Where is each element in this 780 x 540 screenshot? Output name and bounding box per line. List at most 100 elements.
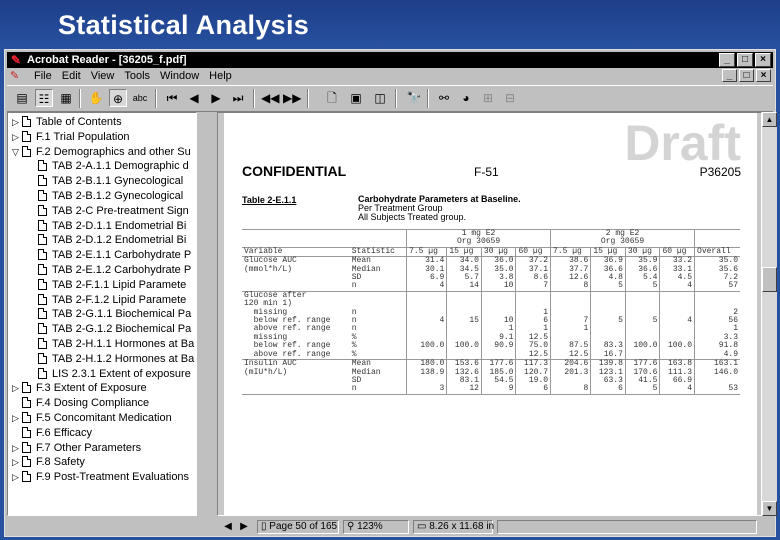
- fit-width-icon[interactable]: ◫: [371, 89, 389, 107]
- doc-restore-button[interactable]: □: [739, 69, 754, 82]
- bookmark-item[interactable]: ▽ F.2 Demographics and other Su: [12, 145, 191, 159]
- document-menu-icon[interactable]: ✎: [10, 70, 22, 82]
- window-titlebar[interactable]: ✎ Acrobat Reader - [36205_f.pdf] _ □ ×: [7, 52, 773, 68]
- bookmark-item[interactable]: TAB 2-F.1.2 Lipid Paramete: [38, 293, 186, 307]
- table-cell: [624, 300, 660, 309]
- bookmark-item[interactable]: LIS 2.3.1 Extent of exposure: [38, 367, 191, 381]
- bookmark-label: F.9 Post-Treatment Evaluations: [36, 471, 190, 484]
- acrobat-app-icon[interactable]: ✎: [9, 53, 23, 67]
- bookmark-item[interactable]: TAB 2-H.1.2 Hormones at Ba: [38, 352, 194, 366]
- menu-window[interactable]: Window: [155, 70, 204, 82]
- bookmark-item[interactable]: F.4 Dosing Compliance: [12, 396, 149, 410]
- table-cell: 100.0: [406, 341, 447, 351]
- bookmark-item[interactable]: F.6 Efficacy: [12, 426, 92, 440]
- next-page-small-icon[interactable]: ▶: [237, 520, 251, 534]
- bookmark-item[interactable]: TAB 2-H.1.1 Hormones at Ba: [38, 337, 194, 351]
- document-view[interactable]: Draft CONFIDENTIAL F-51 P36205 Table 2-E…: [217, 112, 762, 516]
- thumbnails-and-page-icon[interactable]: ▦: [57, 89, 75, 107]
- bookmark-item[interactable]: TAB 2-G.1.1 Biochemical Pa: [38, 307, 191, 321]
- page-icon: [38, 175, 47, 187]
- actual-size-icon[interactable]: 🗋: [323, 89, 341, 107]
- bookmark-item[interactable]: TAB 2-G.1.2 Biochemical Pa: [38, 322, 191, 336]
- weblink-icon[interactable]: ◕: [457, 89, 475, 107]
- expand-icon[interactable]: ▷: [12, 411, 22, 425]
- table-row: above ref. range n 1 1 1 1: [242, 325, 740, 334]
- menu-file[interactable]: File: [29, 70, 57, 82]
- expand-icon[interactable]: ▷: [12, 130, 22, 144]
- slide-title: Statistical Analysis: [58, 10, 310, 40]
- show-document-icon[interactable]: ▤: [13, 89, 31, 107]
- bookmark-label: TAB 2-A.1.1 Demographic d: [52, 160, 189, 173]
- scroll-down-icon[interactable]: ▼: [762, 501, 777, 516]
- bookmark-item[interactable]: ▷ F.8 Safety: [12, 455, 85, 469]
- bookmarks-and-page-icon[interactable]: ☷: [35, 89, 53, 107]
- bookmark-label: F.4 Dosing Compliance: [36, 397, 150, 410]
- zoom-field[interactable]: ⚲ 123%: [343, 520, 409, 534]
- last-page-icon[interactable]: ⏭: [229, 89, 247, 107]
- collapse-icon[interactable]: ▽: [12, 145, 22, 159]
- menu-view[interactable]: View: [86, 70, 120, 82]
- scroll-up-icon[interactable]: ▲: [762, 112, 777, 127]
- doc-minimize-button[interactable]: _: [722, 69, 737, 82]
- page-icon: [22, 441, 31, 453]
- bookmark-item[interactable]: ▷ F.9 Post-Treatment Evaluations: [12, 470, 189, 484]
- bookmark-item[interactable]: TAB 2-B.1.1 Gynecological: [38, 174, 183, 188]
- go-forward-icon[interactable]: ▶▶: [283, 89, 301, 107]
- next-page-icon[interactable]: ▶: [207, 89, 225, 107]
- hand-tool-icon[interactable]: ✋: [87, 89, 105, 107]
- first-page-icon[interactable]: ⏮: [163, 89, 181, 107]
- menu-tools[interactable]: Tools: [119, 70, 155, 82]
- zoom-tool-icon[interactable]: ⊕: [109, 89, 127, 107]
- bookmark-item[interactable]: ▷ F.3 Extent of Exposure: [12, 381, 147, 395]
- first-page-small-icon[interactable]: ◀: [221, 520, 235, 534]
- go-back-icon[interactable]: ◀◀: [261, 89, 279, 107]
- acrobat-window: ✎ Acrobat Reader - [36205_f.pdf] _ □ × ✎…: [4, 49, 777, 537]
- bookmark-item[interactable]: TAB 2-B.1.2 Gynecological: [38, 189, 183, 203]
- page-icon: [22, 145, 31, 157]
- web-link-icon[interactable]: ⚯: [435, 89, 453, 107]
- expand-icon[interactable]: ▷: [12, 470, 22, 484]
- page-tools-icon[interactable]: ⊞: [479, 89, 497, 107]
- doc-close-button[interactable]: ×: [756, 69, 771, 82]
- bookmark-item[interactable]: TAB 2-D.1.1 Endometrial Bi: [38, 219, 186, 233]
- bookmark-item[interactable]: TAB 2-A.1.1 Demographic d: [38, 159, 189, 173]
- expand-icon[interactable]: ▷: [12, 115, 22, 129]
- page-number-field[interactable]: ▯ Page 50 of 165: [257, 520, 339, 534]
- find-icon[interactable]: 🔭: [405, 89, 423, 107]
- bookmark-item[interactable]: TAB 2-C Pre-treatment Sign: [38, 204, 189, 218]
- table-cell: [659, 290, 695, 301]
- previous-page-icon[interactable]: ◀: [185, 89, 203, 107]
- table-cell: [242, 282, 350, 291]
- horizontal-scrollbar[interactable]: [497, 520, 757, 534]
- close-button[interactable]: ×: [755, 53, 771, 67]
- page-icon: [38, 204, 47, 216]
- bookmark-item[interactable]: ▷ F.5 Concomitant Medication: [12, 411, 172, 425]
- expand-icon[interactable]: ▷: [12, 455, 22, 469]
- bookmark-item[interactable]: ▷ Table of Contents: [12, 115, 122, 129]
- bookmark-item[interactable]: TAB 2-E.1.1 Carbohydrate P: [38, 248, 191, 262]
- bookmark-label: F.2 Demographics and other Su: [36, 145, 191, 158]
- bookmark-item[interactable]: ▷ F.1 Trial Population: [12, 130, 130, 144]
- menu-help[interactable]: Help: [204, 70, 237, 82]
- page-icon: [22, 397, 31, 409]
- page-tools-2-icon[interactable]: ⊟: [501, 89, 519, 107]
- expand-icon[interactable]: ▷: [12, 381, 22, 395]
- text-select-icon[interactable]: abc: [131, 89, 149, 107]
- table-cell: %: [351, 332, 357, 342]
- menu-edit[interactable]: Edit: [57, 70, 86, 82]
- vertical-scrollbar[interactable]: ▲ ▼: [762, 112, 777, 516]
- expand-icon[interactable]: ▷: [12, 441, 22, 455]
- bookmark-item[interactable]: TAB 2-E.1.2 Carbohydrate P: [38, 263, 191, 277]
- maximize-button[interactable]: □: [737, 53, 753, 67]
- table-corner: [242, 229, 407, 239]
- bookmarks-panel: ▷ Table of Contents ▷ F.1 Trial Population ▽…: [7, 112, 197, 516]
- minimize-button[interactable]: _: [719, 53, 735, 67]
- fit-page-icon[interactable]: ▣: [347, 89, 365, 107]
- bookmarks-splitter[interactable]: [200, 112, 216, 516]
- scroll-thumb[interactable]: [762, 267, 777, 292]
- bookmark-item[interactable]: ▷ F.7 Other Parameters: [12, 441, 141, 455]
- bookmark-item[interactable]: TAB 2-F.1.1 Lipid Paramete: [38, 278, 186, 292]
- bookmark-item[interactable]: TAB 2-D.1.2 Endometrial Bi: [38, 233, 186, 247]
- table-cell: [406, 325, 447, 334]
- bookmark-label: TAB 2-D.1.1 Endometrial Bi: [52, 219, 187, 232]
